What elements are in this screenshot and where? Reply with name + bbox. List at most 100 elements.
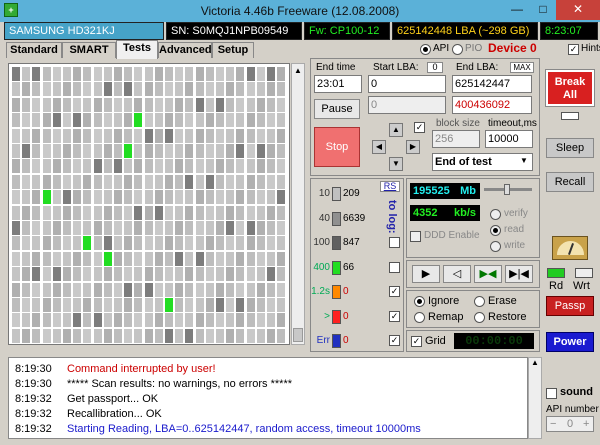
play-icon[interactable]: ▶ bbox=[412, 265, 440, 283]
log-scroll-up-icon[interactable]: ▲ bbox=[529, 358, 541, 367]
power-button[interactable]: Power bbox=[546, 332, 594, 352]
sector-block bbox=[134, 236, 143, 251]
sector-block bbox=[52, 251, 61, 266]
sector-block bbox=[42, 313, 51, 328]
verify-radio[interactable] bbox=[490, 209, 501, 220]
recall-button[interactable]: Recall bbox=[546, 172, 594, 192]
spinner-plus-icon[interactable]: + bbox=[583, 417, 589, 431]
tab-standard[interactable]: Standard bbox=[6, 42, 62, 58]
tab-advanced[interactable]: Advanced bbox=[158, 42, 212, 58]
end-time-input[interactable]: 23:01 bbox=[314, 75, 362, 93]
sector-block bbox=[175, 221, 184, 235]
log-bucket-checkbox[interactable]: ✓ bbox=[389, 286, 400, 297]
scroll-thumb[interactable] bbox=[293, 328, 303, 342]
sector-block bbox=[63, 113, 71, 128]
sector-block bbox=[12, 97, 20, 112]
start-lba-reset-button[interactable]: 0 bbox=[427, 62, 443, 73]
read-label: read bbox=[504, 224, 525, 235]
pio-radio[interactable] bbox=[452, 44, 463, 55]
log-bucket-checkbox[interactable] bbox=[389, 237, 400, 248]
arrow-up-icon[interactable]: ▲ bbox=[389, 123, 403, 137]
sector-block bbox=[114, 174, 122, 189]
log-bucket-checkbox[interactable]: ✓ bbox=[389, 335, 400, 346]
log-scrollbar[interactable]: ▲ bbox=[528, 357, 542, 439]
scroll-up-arrow-icon[interactable]: ▲ bbox=[293, 66, 303, 76]
start-lba-input[interactable]: 0 bbox=[368, 75, 446, 93]
log-bucket-checkbox[interactable]: ✓ bbox=[389, 310, 400, 322]
sector-block bbox=[32, 313, 41, 328]
arrow-left-icon[interactable]: ◀ bbox=[372, 140, 386, 154]
sector-block bbox=[124, 282, 133, 297]
sector-block bbox=[83, 97, 92, 112]
erase-radio[interactable] bbox=[474, 296, 485, 307]
sector-block bbox=[93, 144, 102, 158]
sector-block bbox=[175, 159, 184, 174]
sector-block bbox=[93, 236, 102, 251]
mb-readout: 195525 Mb bbox=[410, 183, 480, 199]
pause-button[interactable]: Pause bbox=[314, 99, 360, 119]
log-bucket-checkbox[interactable] bbox=[389, 261, 400, 273]
direction-checkbox[interactable]: ✓ bbox=[414, 122, 425, 133]
skip-forward-icon[interactable]: ▶◀ bbox=[474, 265, 502, 283]
sector-block bbox=[277, 159, 286, 174]
break-all-button[interactable]: Break All bbox=[545, 69, 595, 107]
ignore-radio[interactable] bbox=[414, 296, 425, 307]
api-number-spinner[interactable]: − 0 + bbox=[546, 416, 594, 432]
sector-block bbox=[267, 313, 275, 328]
slider-thumb[interactable] bbox=[504, 184, 510, 195]
sector-block bbox=[103, 236, 112, 251]
skip-end-icon[interactable]: ▶|◀ bbox=[505, 265, 533, 283]
tab-tests[interactable]: Tests bbox=[116, 40, 158, 59]
map-scrollbar[interactable]: ▲ bbox=[291, 63, 305, 345]
sector-block bbox=[246, 128, 255, 143]
ignore-label: Ignore bbox=[428, 295, 460, 307]
ddd-enable-checkbox[interactable] bbox=[410, 231, 421, 242]
tab-setup[interactable]: Setup bbox=[212, 42, 254, 58]
sector-block bbox=[32, 97, 41, 112]
sound-checkbox[interactable] bbox=[546, 388, 557, 399]
close-button[interactable]: ✕ bbox=[556, 0, 600, 20]
sector-block bbox=[246, 190, 255, 205]
sector-block bbox=[93, 190, 102, 205]
minimize-button[interactable]: — bbox=[504, 0, 530, 20]
end-action-select[interactable]: End of test bbox=[432, 153, 533, 171]
sector-block bbox=[42, 144, 51, 158]
tab-smart[interactable]: SMART bbox=[62, 42, 116, 58]
sleep-button[interactable]: Sleep bbox=[546, 138, 594, 158]
latency-bucket-label: 10 bbox=[318, 188, 330, 199]
chevron-down-icon[interactable]: ▼ bbox=[520, 156, 528, 165]
grid-checkbox[interactable]: ✓ bbox=[411, 336, 422, 347]
sector-block bbox=[267, 97, 275, 112]
sector-block bbox=[205, 128, 214, 143]
block-size-select[interactable]: 256 bbox=[432, 130, 480, 148]
hints-checkbox[interactable]: ✓ bbox=[568, 44, 579, 55]
sector-block bbox=[22, 236, 31, 251]
sector-block bbox=[124, 113, 133, 128]
timeout-select[interactable]: 10000 bbox=[485, 130, 533, 148]
sector-block bbox=[63, 236, 71, 251]
write-radio[interactable] bbox=[490, 241, 501, 252]
arrow-down-icon[interactable]: ▼ bbox=[389, 157, 403, 171]
passp-button[interactable]: Passp bbox=[546, 296, 594, 316]
sector-block bbox=[267, 221, 275, 235]
stop-button[interactable]: Stop bbox=[314, 127, 360, 167]
arrow-right-icon[interactable]: ▶ bbox=[406, 140, 420, 154]
back-icon[interactable]: ◁ bbox=[443, 265, 471, 283]
sector-block bbox=[12, 144, 20, 158]
rs-button[interactable]: RS bbox=[380, 181, 400, 192]
speed-slider[interactable] bbox=[484, 184, 532, 195]
read-radio[interactable] bbox=[490, 225, 501, 236]
api-radio[interactable] bbox=[420, 44, 431, 55]
sector-block bbox=[216, 313, 224, 328]
end-lba-input[interactable]: 625142447 bbox=[452, 75, 532, 93]
end-lba-max-button[interactable]: MAX bbox=[510, 62, 534, 73]
sector-block bbox=[267, 190, 275, 205]
sector-block bbox=[42, 128, 51, 143]
sector-block bbox=[175, 82, 184, 97]
sector-block bbox=[22, 67, 31, 81]
maximize-button[interactable]: □ bbox=[530, 0, 556, 20]
spinner-minus-icon[interactable]: − bbox=[550, 417, 556, 431]
remap-radio[interactable] bbox=[414, 312, 425, 323]
firmware-version: Fw: CP100-12 bbox=[304, 22, 390, 40]
restore-radio[interactable] bbox=[474, 312, 485, 323]
